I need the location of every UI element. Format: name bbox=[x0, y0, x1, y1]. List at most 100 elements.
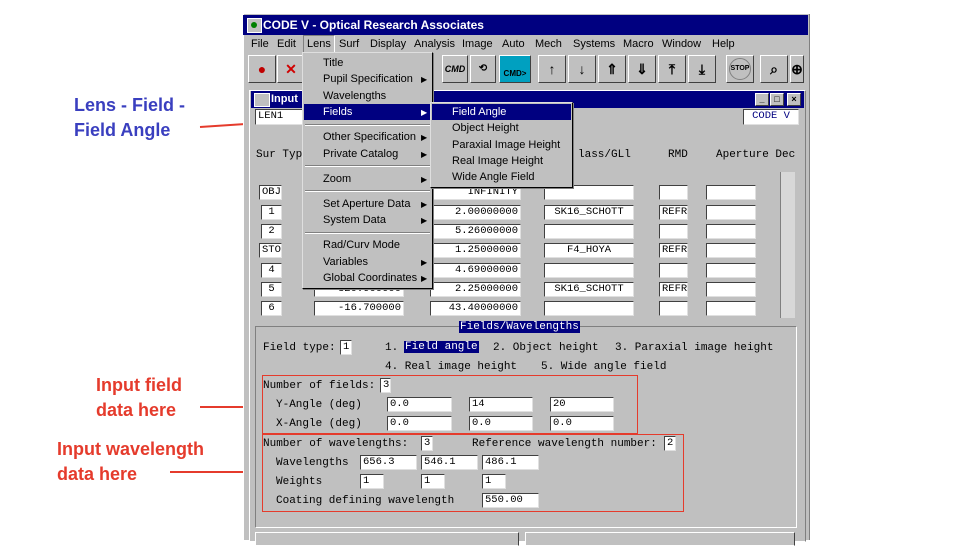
close-icon[interactable]: × bbox=[787, 93, 801, 106]
menu-item-private-catalog[interactable]: Private Catalog bbox=[323, 146, 398, 162]
y-angle-input-1[interactable]: 0.0 bbox=[387, 397, 452, 412]
table-row-glass[interactable] bbox=[544, 301, 634, 316]
menu-mech[interactable]: Mech bbox=[532, 36, 565, 53]
field-type-input[interactable]: 1 bbox=[340, 340, 352, 355]
zoom-icon[interactable]: ⌕ bbox=[760, 55, 788, 83]
table-row-aperture[interactable] bbox=[706, 263, 756, 278]
menu-auto[interactable]: Auto bbox=[499, 36, 528, 53]
table-row-glass[interactable]: SK16_SCHOTT bbox=[544, 282, 634, 297]
table-row-sur[interactable]: 6 bbox=[261, 301, 282, 316]
x-angle-input-1[interactable]: 0.0 bbox=[387, 416, 452, 431]
toolbar-overflow-icon[interactable]: ⊕ bbox=[790, 55, 804, 83]
table-row-rmd[interactable]: REFR bbox=[659, 282, 688, 297]
menu-file[interactable]: File bbox=[248, 36, 272, 53]
submenu-item-field-angle[interactable]: Field Angle bbox=[432, 104, 571, 120]
table-row-thickness[interactable]: 43.40000000 bbox=[430, 301, 521, 316]
table-row-aperture[interactable] bbox=[706, 224, 756, 239]
num-wavelengths-input[interactable]: 3 bbox=[421, 436, 433, 451]
submenu-item-real-image-height[interactable]: Real Image Height bbox=[452, 153, 543, 169]
menu-systems[interactable]: Systems bbox=[570, 36, 618, 53]
minimize-icon[interactable]: _ bbox=[755, 93, 769, 106]
table-row-aperture[interactable] bbox=[706, 243, 756, 258]
wavelength-input-1[interactable]: 656.3 bbox=[360, 455, 417, 470]
menu-help[interactable]: Help bbox=[709, 36, 738, 53]
maximize-icon[interactable]: □ bbox=[770, 93, 784, 106]
table-row-glass[interactable]: SK16_SCHOTT bbox=[544, 205, 634, 220]
menu-window[interactable]: Window bbox=[659, 36, 704, 53]
menu-edit[interactable]: Edit bbox=[274, 36, 299, 53]
table-row-aperture[interactable] bbox=[706, 205, 756, 220]
traffic-light-icon[interactable]: ● bbox=[248, 55, 276, 83]
table-row-radius[interactable]: -16.700000 bbox=[314, 301, 404, 316]
y-angle-input-3[interactable]: 20 bbox=[550, 397, 614, 412]
menu-item-rad-curv-mode[interactable]: Rad/Curv Mode bbox=[323, 237, 400, 253]
stop-button[interactable]: STOP bbox=[726, 55, 754, 83]
menu-item-title[interactable]: Title bbox=[323, 55, 343, 71]
table-row-rmd[interactable]: REFR bbox=[659, 205, 688, 220]
table-row-sur[interactable]: 4 bbox=[261, 263, 282, 278]
table-row-glass[interactable]: F4_HOYA bbox=[544, 243, 634, 258]
menu-item-zoom[interactable]: Zoom bbox=[323, 171, 351, 187]
arrow-down-double-icon[interactable]: ⇓ bbox=[628, 55, 656, 83]
table-row-thickness[interactable]: 4.69000000 bbox=[430, 263, 521, 278]
num-fields-input[interactable]: 3 bbox=[380, 378, 391, 393]
x-angle-input-3[interactable]: 0.0 bbox=[550, 416, 614, 431]
menu-item-system-data[interactable]: System Data bbox=[323, 212, 386, 228]
option-field-angle[interactable]: Field angle bbox=[404, 341, 479, 353]
submenu-item-object-height[interactable]: Object Height bbox=[452, 120, 519, 136]
option-real-image-height[interactable]: 4. Real image height bbox=[385, 361, 517, 373]
table-row-sur[interactable]: STO bbox=[259, 243, 282, 258]
table-row-thickness[interactable]: 5.26000000 bbox=[430, 224, 521, 239]
menu-item-variables[interactable]: Variables bbox=[323, 254, 368, 270]
table-row-aperture[interactable] bbox=[706, 185, 756, 200]
table-row-sur[interactable]: 5 bbox=[261, 282, 282, 297]
arrow-down-icon[interactable]: ↓ bbox=[568, 55, 596, 83]
option-object-height[interactable]: 2. Object height bbox=[493, 342, 599, 354]
dialog-button-left[interactable] bbox=[255, 532, 519, 546]
menu-item-wavelengths[interactable]: Wavelengths bbox=[323, 88, 386, 104]
menu-item-other-specification[interactable]: Other Specification bbox=[323, 129, 416, 145]
wavelength-input-2[interactable]: 546.1 bbox=[421, 455, 478, 470]
table-row-thickness[interactable]: 1.25000000 bbox=[430, 243, 521, 258]
option-paraxial-image-height[interactable]: 3. Paraxial image height bbox=[615, 342, 773, 354]
table-row-sur[interactable]: 2 bbox=[261, 224, 282, 239]
menu-item-set-aperture-data[interactable]: Set Aperture Data bbox=[323, 196, 410, 212]
menu-item-pupil-specification[interactable]: Pupil Specification bbox=[323, 71, 413, 87]
vcf-icon[interactable]: ⟲ bbox=[470, 55, 496, 83]
table-row-thickness[interactable]: 2.25000000 bbox=[430, 282, 521, 297]
y-angle-input-2[interactable]: 14 bbox=[469, 397, 533, 412]
table-row-rmd[interactable] bbox=[659, 185, 688, 200]
arrow-bottom-icon[interactable]: ⤓ bbox=[688, 55, 716, 83]
table-row-sur[interactable]: OBJ bbox=[259, 185, 282, 200]
table-row-glass[interactable] bbox=[544, 224, 634, 239]
table-scrollbar[interactable] bbox=[780, 172, 795, 318]
cancel-x-icon[interactable]: ✕ bbox=[277, 55, 305, 83]
weight-input-3[interactable]: 1 bbox=[482, 474, 506, 489]
menu-macro[interactable]: Macro bbox=[620, 36, 657, 53]
table-row-aperture[interactable] bbox=[706, 282, 756, 297]
arrow-top-icon[interactable]: ⤒ bbox=[658, 55, 686, 83]
menu-item-global-coordinates[interactable]: Global Coordinates bbox=[323, 270, 417, 286]
table-row-aperture[interactable] bbox=[706, 301, 756, 316]
menu-image[interactable]: Image bbox=[459, 36, 496, 53]
arrow-up-double-icon[interactable]: ⇑ bbox=[598, 55, 626, 83]
option-wide-angle-field[interactable]: 5. Wide angle field bbox=[541, 361, 666, 373]
dialog-button-right[interactable] bbox=[525, 532, 795, 546]
reference-wavelength-input[interactable]: 2 bbox=[664, 436, 676, 451]
menu-analysis[interactable]: Analysis bbox=[411, 36, 458, 53]
menu-item-fields[interactable]: Fields bbox=[304, 104, 431, 120]
weight-input-2[interactable]: 1 bbox=[421, 474, 445, 489]
arrow-up-icon[interactable]: ↑ bbox=[538, 55, 566, 83]
table-row-glass[interactable] bbox=[544, 263, 634, 278]
table-row-rmd[interactable]: REFR bbox=[659, 243, 688, 258]
table-row-rmd[interactable] bbox=[659, 224, 688, 239]
cmd-window-button[interactable]: CMD> bbox=[499, 55, 531, 83]
cmd-button[interactable]: CMD bbox=[442, 55, 468, 83]
submenu-item-paraxial-image-height[interactable]: Paraxial Image Height bbox=[452, 137, 560, 153]
wavelength-input-3[interactable]: 486.1 bbox=[482, 455, 539, 470]
table-row-thickness[interactable]: 2.00000000 bbox=[430, 205, 521, 220]
table-row-rmd[interactable] bbox=[659, 301, 688, 316]
table-row-sur[interactable]: 1 bbox=[261, 205, 282, 220]
submenu-item-wide-angle-field[interactable]: Wide Angle Field bbox=[452, 169, 535, 185]
app-titlebar[interactable]: CODE V - Optical Research Associates bbox=[243, 15, 808, 35]
